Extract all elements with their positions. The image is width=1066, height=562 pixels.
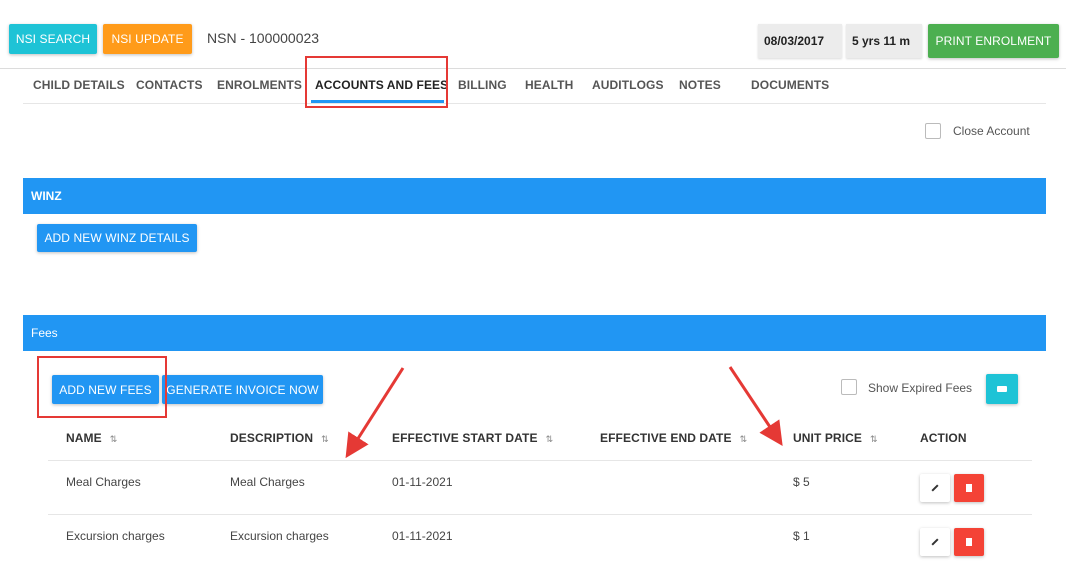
annotation-arrows [345,366,783,459]
arrow-to-description [345,367,405,459]
arrow-to-unit-price [728,366,783,446]
